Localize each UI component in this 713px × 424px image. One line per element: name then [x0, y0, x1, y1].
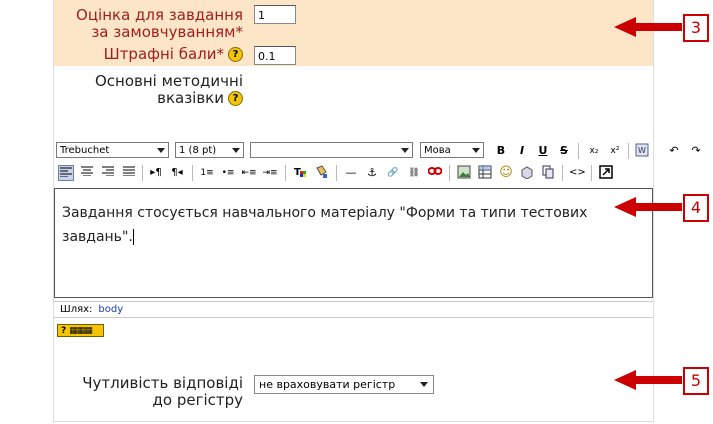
rich-text-editor[interactable]: Завдання стосується навчального матеріал… [54, 188, 653, 298]
special-character-icon[interactable] [519, 165, 535, 181]
indent-icon[interactable]: ⇥≡ [262, 165, 278, 181]
rtl-direction-icon[interactable]: ¶◂ [169, 165, 185, 181]
editor-path-bar: Шлях: body [54, 301, 653, 318]
toolbar-divider [578, 143, 579, 159]
keyboard-help-icon[interactable]: ? ▦▦▦ [57, 324, 104, 337]
strikethrough-button[interactable]: S [556, 143, 572, 159]
align-left-icon[interactable] [58, 165, 74, 181]
find-replace-icon[interactable] [540, 165, 556, 181]
no-link-icon[interactable] [427, 165, 443, 181]
undo-button[interactable]: ↶ [666, 143, 682, 159]
italic-button[interactable]: I [514, 143, 530, 159]
toolbar-divider [285, 165, 286, 181]
outdent-icon[interactable]: ⇤≡ [241, 165, 257, 181]
guidelines-label: Основні методичні вказівки? [94, 72, 243, 107]
align-center-icon[interactable] [79, 165, 95, 181]
fullscreen-icon[interactable] [598, 165, 614, 181]
svg-text:W: W [638, 146, 646, 155]
toolbar-divider [449, 165, 450, 181]
penalty-input[interactable]: 0.1 [254, 46, 296, 65]
editor-toolbar-row-2: ▸¶ ¶◂ 1≡ •≡ ⇤≡ ⇥≡ T — ⚓ 🔗 ⛓ ☺ <> [54, 162, 653, 184]
unordered-list-icon[interactable]: •≡ [220, 165, 236, 181]
ordered-list-icon[interactable]: 1≡ [199, 165, 215, 181]
chevron-down-icon [472, 148, 480, 153]
font-size-select[interactable]: 1 (8 pt) [175, 142, 244, 158]
underline-button[interactable]: U [535, 143, 551, 159]
callout-number: 5 [683, 367, 709, 395]
red-arrow-icon [614, 17, 682, 37]
insert-image-icon[interactable] [456, 165, 472, 181]
superscript-button[interactable]: x² [607, 143, 623, 159]
case-sensitivity-select[interactable]: не враховувати регістр [254, 375, 434, 394]
font-family-select[interactable]: Trebuchet [56, 142, 169, 158]
unlink-button[interactable]: ⛓ [406, 165, 422, 181]
callout-5: 5 [612, 367, 709, 397]
chevron-down-icon [420, 382, 428, 387]
horizontal-rule-button[interactable]: — [343, 165, 359, 181]
question-form-panel: Оцінка для завдання за замовчуванням* 1 Ш… [53, 0, 701, 422]
callout-number: 3 [683, 14, 709, 42]
toolbar-divider [192, 165, 193, 181]
help-icon[interactable]: ? [228, 47, 243, 62]
toolbar-divider [142, 165, 143, 181]
align-right-icon[interactable] [100, 165, 116, 181]
link-button[interactable]: 🔗 [385, 165, 401, 181]
html-source-button[interactable]: <> [569, 165, 586, 181]
callout-number: 4 [683, 194, 709, 222]
toolbar-divider [628, 143, 629, 159]
chevron-down-icon [401, 148, 409, 153]
editor-content: Завдання стосується навчального матеріал… [62, 205, 588, 245]
help-icon[interactable]: ? [228, 91, 243, 106]
red-arrow-icon [614, 370, 682, 390]
svg-text:T: T [294, 167, 301, 178]
toolbar-divider [336, 165, 337, 181]
chevron-down-icon [232, 148, 240, 153]
subscript-button[interactable]: x₂ [586, 143, 602, 159]
toolbar-divider [591, 165, 592, 181]
callout-3: 3 [612, 14, 709, 44]
text-caret [132, 229, 134, 245]
anchor-button[interactable]: ⚓ [364, 165, 380, 181]
path-label: Шлях: [60, 304, 93, 315]
paste-word-icon[interactable]: W [634, 143, 650, 159]
background-color-icon[interactable] [313, 165, 329, 181]
score-input[interactable]: 1 [254, 5, 296, 24]
insert-table-icon[interactable] [477, 165, 493, 181]
red-arrow-icon [614, 197, 682, 217]
chevron-down-icon [157, 148, 165, 153]
case-sensitivity-label: Чутливість відповіді до регістру [82, 374, 243, 409]
score-label: Оцінка для завдання за замовчуванням* [76, 6, 243, 41]
callout-4: 4 [612, 194, 709, 224]
smiley-button[interactable]: ☺ [498, 165, 514, 181]
redo-button[interactable]: ↷ [688, 143, 704, 159]
editor-toolbar-row-1: Trebuchet 1 (8 pt) Мова B I U S x₂ x² W [54, 140, 653, 162]
text-color-icon[interactable]: T [292, 165, 308, 181]
path-body-link[interactable]: body [98, 304, 123, 315]
ltr-direction-icon[interactable]: ▸¶ [148, 165, 164, 181]
bold-button[interactable]: B [493, 143, 509, 159]
style-select[interactable] [250, 142, 413, 158]
align-justify-icon[interactable] [121, 165, 137, 181]
language-select[interactable]: Мова [420, 142, 484, 158]
penalty-label: Штрафні бали*? [104, 46, 243, 63]
toolbar-divider [562, 165, 563, 181]
